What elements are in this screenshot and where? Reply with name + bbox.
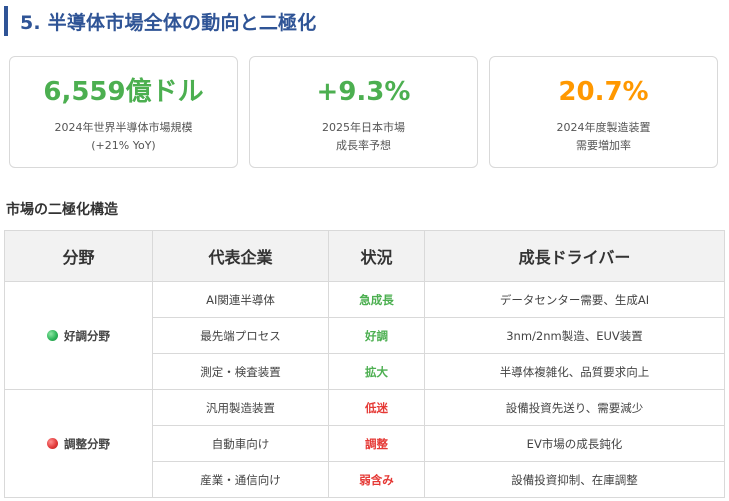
company-cell: 測定・検査装置	[152, 353, 329, 390]
table-row: 好調分野 AI関連半導体 急成長 データセンター需要、生成AI	[4, 281, 725, 390]
driver-cell: 3nm/2nm製造、EUV装置	[424, 317, 725, 354]
status-cell: 急成長	[328, 281, 425, 318]
market-structure-table: 分野 代表企業 状況 成長ドライバー 好調分野 AI関連半導体 急成長 データセ…	[4, 230, 725, 498]
kpi-label-line: 成長率予想	[336, 139, 391, 152]
kpi-label-line: 2024年度製造装置	[556, 121, 651, 134]
driver-cell: EV市場の成長鈍化	[424, 425, 725, 462]
segment-label: 好調分野	[64, 328, 110, 343]
kpi-value: 6,559億ドル	[43, 77, 204, 107]
table-header-row: 分野 代表企業 状況 成長ドライバー	[4, 230, 725, 282]
status-cell: 好調	[328, 317, 425, 354]
driver-cell: 設備投資先送り、需要減少	[424, 389, 725, 426]
company-cell: 汎用製造装置	[152, 389, 329, 426]
driver-cell: 半導体複雑化、品質要求向上	[424, 353, 725, 390]
driver-cell: データセンター需要、生成AI	[424, 281, 725, 318]
column-header-status: 状況	[328, 230, 425, 282]
status-cell: 調整	[328, 425, 425, 462]
structure-heading: 市場の二極化構造	[6, 202, 118, 218]
kpi-label: 2024年世界半導体市場規模 (+21% YoY)	[10, 119, 237, 155]
kpi-label-line: 2024年世界半導体市場規模	[54, 121, 193, 134]
kpi-cards: 6,559億ドル 2024年世界半導体市場規模 (+21% YoY) +9.3%…	[9, 56, 719, 170]
column-header-segment: 分野	[4, 230, 153, 282]
status-cell: 拡大	[328, 353, 425, 390]
segment-cell-adjusting: 調整分野	[4, 389, 153, 498]
kpi-label: 2025年日本市場 成長率予想	[250, 119, 477, 155]
company-cell: 最先端プロセス	[152, 317, 329, 354]
driver-cell: 設備投資抑制、在庫調整	[424, 461, 725, 498]
section-header: 5. 半導体市場全体の動向と二極化	[4, 6, 316, 36]
green-circle-icon	[47, 329, 58, 341]
kpi-label-line: (+21% YoY)	[91, 139, 156, 152]
status-cell: 弱含み	[328, 461, 425, 498]
status-cell: 低迷	[328, 389, 425, 426]
kpi-card-market-size: 6,559億ドル 2024年世界半導体市場規模 (+21% YoY)	[9, 56, 238, 168]
table-row: 調整分野 汎用製造装置 低迷 設備投資先送り、需要減少	[4, 389, 725, 498]
company-cell: 自動車向け	[152, 425, 329, 462]
company-cell: 産業・通信向け	[152, 461, 329, 498]
kpi-value: +9.3%	[316, 77, 411, 107]
section-title: 5. 半導体市場全体の動向と二極化	[20, 11, 317, 34]
company-cell: AI関連半導体	[152, 281, 329, 318]
kpi-card-japan-growth: +9.3% 2025年日本市場 成長率予想	[249, 56, 478, 168]
column-header-company: 代表企業	[152, 230, 329, 282]
kpi-label-line: 2025年日本市場	[322, 121, 405, 134]
kpi-card-equipment-demand: 20.7% 2024年度製造装置 需要増加率	[489, 56, 718, 168]
kpi-value: 20.7%	[558, 77, 649, 107]
segment-label: 調整分野	[64, 436, 110, 451]
kpi-label: 2024年度製造装置 需要増加率	[490, 119, 717, 155]
kpi-label-line: 需要増加率	[576, 139, 631, 152]
red-circle-icon	[47, 437, 58, 449]
column-header-driver: 成長ドライバー	[424, 230, 725, 282]
segment-cell-strong: 好調分野	[4, 281, 153, 390]
